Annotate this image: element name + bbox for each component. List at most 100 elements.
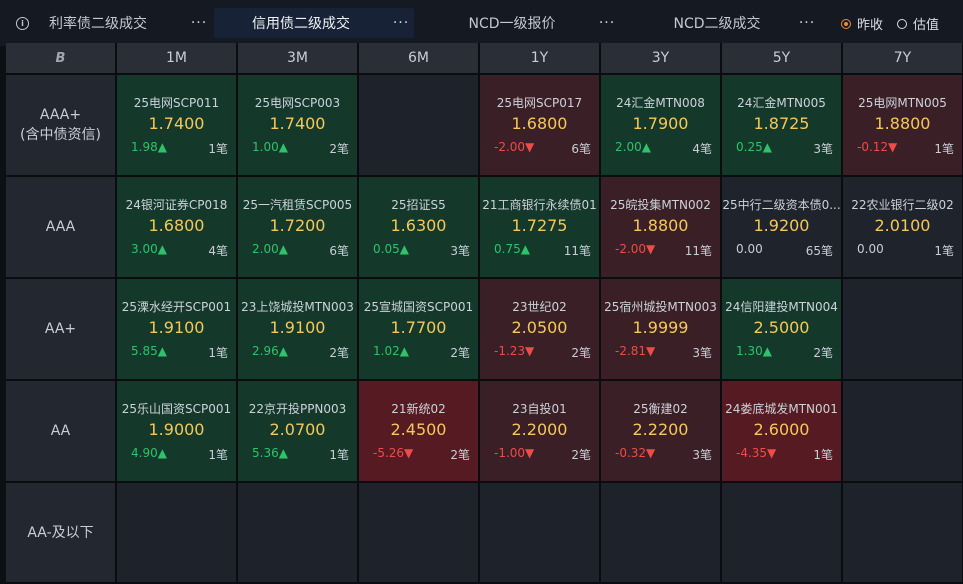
column-header-1y[interactable]: 1Y <box>480 43 601 75</box>
bond-cell[interactable]: 25皖投集MTN002 1.8800 -2.00▼ 11笔 <box>601 177 722 279</box>
bond-name: 25电网SCP017 <box>496 96 583 110</box>
bond-cell[interactable]: 25乐山国资SCP001 1.9000 4.90▲ 1笔 <box>117 381 238 483</box>
row-header: AA-及以下 <box>6 483 117 584</box>
tab-ncd-primary[interactable]: NCD一级报价 ··· <box>430 8 620 38</box>
tab-ncd-secondary[interactable]: NCD二级成交 ··· <box>640 8 820 38</box>
more-options-icon[interactable]: ··· <box>186 15 212 31</box>
trade-count: 2笔 <box>450 346 470 360</box>
empty-cell <box>843 483 963 584</box>
empty-cell <box>843 381 963 483</box>
trade-count: 1笔 <box>329 448 349 462</box>
empty-cell <box>601 483 722 584</box>
rating-label: AAA+ <box>39 107 82 123</box>
yield-change: 2.00▲ <box>615 140 651 154</box>
bond-cell[interactable]: 25一汽租赁SCP005 1.7200 2.00▲ 6笔 <box>238 177 359 279</box>
corner-header: B <box>6 43 117 75</box>
bond-name: 25电网SCP011 <box>133 96 220 110</box>
column-header-5y[interactable]: 5Y <box>722 43 843 75</box>
yield-change: 1.30▲ <box>736 344 772 358</box>
column-header-1m[interactable]: 1M <box>117 43 238 75</box>
info-icon[interactable]: i <box>16 16 29 30</box>
empty-cell <box>480 483 601 584</box>
bond-name: 25一汽租赁SCP005 <box>242 198 353 212</box>
bond-cell[interactable]: 23世纪02 2.0500 -1.23▼ 2笔 <box>480 279 601 381</box>
bond-yield: 2.2000 <box>511 420 568 439</box>
bond-cell[interactable]: 21工商银行永续债01 1.7275 0.75▲ 11笔 <box>480 177 601 279</box>
bond-cell[interactable]: 25电网SCP017 1.6800 -2.00▼ 6笔 <box>480 75 601 177</box>
bond-cell[interactable]: 25电网MTN005 1.8800 -0.12▼ 1笔 <box>843 75 963 177</box>
column-header-3m[interactable]: 3M <box>238 43 359 75</box>
bond-cell[interactable]: 25宿州城投MTN003 1.9999 -2.81▼ 3笔 <box>601 279 722 381</box>
radio-valuation[interactable]: 估值 <box>896 14 939 33</box>
yield-change: 0.75▲ <box>494 242 530 256</box>
bond-yield: 1.9200 <box>753 216 810 235</box>
bond-cell[interactable]: 22京开投PPN003 2.0700 5.36▲ 1笔 <box>238 381 359 483</box>
trade-count: 3笔 <box>813 142 833 156</box>
bond-cell[interactable]: 25招证S5 1.6300 0.05▲ 3笔 <box>359 177 480 279</box>
bond-cell[interactable]: 25宣城国资SCP001 1.7700 1.02▲ 2笔 <box>359 279 480 381</box>
bond-cell[interactable]: 23上饶城投MTN003 1.9100 2.96▲ 2笔 <box>238 279 359 381</box>
trade-count: 11笔 <box>563 244 591 258</box>
bond-name: 24汇金MTN008 <box>616 96 705 110</box>
bond-name: 25电网MTN005 <box>858 96 947 110</box>
trade-count: 1笔 <box>208 346 228 360</box>
bond-name: 23世纪02 <box>512 300 567 314</box>
yield-change: 5.85▲ <box>131 344 167 358</box>
trade-count: 65笔 <box>805 244 833 258</box>
radio-prev-close[interactable]: 昨收 <box>840 14 883 33</box>
bond-name: 24汇金MTN005 <box>737 96 826 110</box>
bond-cell[interactable]: 22农业银行二级02 2.0100 0.00 1笔 <box>843 177 963 279</box>
column-header-6m[interactable]: 6M <box>359 43 480 75</box>
bond-cell[interactable]: 24汇金MTN008 1.7900 2.00▲ 4笔 <box>601 75 722 177</box>
bond-yield: 2.0500 <box>511 318 568 337</box>
bond-cell[interactable]: 25电网SCP011 1.7400 1.98▲ 1笔 <box>117 75 238 177</box>
yield-change: 0.25▲ <box>736 140 772 154</box>
yield-change: 0.05▲ <box>373 242 409 256</box>
trade-count: 11笔 <box>684 244 712 258</box>
yield-change: 4.90▲ <box>131 446 167 460</box>
tab-label: 利率债二级成交 <box>49 16 147 32</box>
yield-change: 0.00 <box>736 242 763 256</box>
trade-count: 2笔 <box>571 346 591 360</box>
yield-change: 5.36▲ <box>252 446 288 460</box>
bond-name: 25衡建02 <box>633 402 688 416</box>
trade-count: 1笔 <box>208 142 228 156</box>
bond-name: 24信阳建投MTN004 <box>725 300 838 314</box>
rating-label: AA-及以下 <box>27 524 94 541</box>
bond-yield: 1.7275 <box>511 216 568 235</box>
empty-cell <box>359 75 480 177</box>
empty-cell <box>722 483 843 584</box>
column-header-7y[interactable]: 7Y <box>843 43 963 75</box>
yield-change: -2.00▼ <box>494 140 535 154</box>
bond-yield: 2.5000 <box>753 318 810 337</box>
trade-count: 2笔 <box>813 346 833 360</box>
more-options-icon[interactable]: ··· <box>594 15 620 31</box>
bond-yield: 1.9100 <box>269 318 326 337</box>
trade-count: 2笔 <box>571 448 591 462</box>
bond-cell[interactable]: 24汇金MTN005 1.8725 0.25▲ 3笔 <box>722 75 843 177</box>
price-basis-radio-group: 昨收 估值 <box>827 14 939 33</box>
bond-cell[interactable]: 25中行二级资本债0... 1.9200 0.00 65笔 <box>722 177 843 279</box>
bond-name: 21新统02 <box>391 402 446 416</box>
bond-cell[interactable]: 23自投01 2.2000 -1.00▼ 2笔 <box>480 381 601 483</box>
trade-count: 1笔 <box>208 448 228 462</box>
bond-cell[interactable]: 25衡建02 2.2200 -0.32▼ 3笔 <box>601 381 722 483</box>
bond-cell[interactable]: 24娄底城发MTN001 2.6000 -4.35▼ 1笔 <box>722 381 843 483</box>
bond-cell[interactable]: 21新统02 2.4500 -5.26▼ 2笔 <box>359 381 480 483</box>
bond-name: 24银河证券CP018 <box>125 198 228 212</box>
yield-change: 0.00 <box>857 242 884 256</box>
tab-credit-bond[interactable]: 信用债二级成交 ··· <box>214 8 414 38</box>
yield-change: 1.02▲ <box>373 344 409 358</box>
tab-rate-bond[interactable]: i 利率债二级成交 ··· <box>0 8 212 38</box>
column-header-3y[interactable]: 3Y <box>601 43 722 75</box>
bond-cell[interactable]: 24银河证券CP018 1.6800 3.00▲ 4笔 <box>117 177 238 279</box>
rating-label: AA <box>50 423 71 439</box>
bond-cell[interactable]: 25溧水经开SCP001 1.9100 5.85▲ 1笔 <box>117 279 238 381</box>
more-options-icon[interactable]: ··· <box>794 15 820 31</box>
more-options-icon[interactable]: ··· <box>388 15 414 31</box>
bond-cell[interactable]: 24信阳建投MTN004 2.5000 1.30▲ 2笔 <box>722 279 843 381</box>
rating-label: AA+ <box>44 321 77 337</box>
bond-cell[interactable]: 25电网SCP003 1.7400 1.00▲ 2笔 <box>238 75 359 177</box>
trade-count: 4笔 <box>692 142 712 156</box>
bond-yield: 1.7900 <box>632 114 689 133</box>
